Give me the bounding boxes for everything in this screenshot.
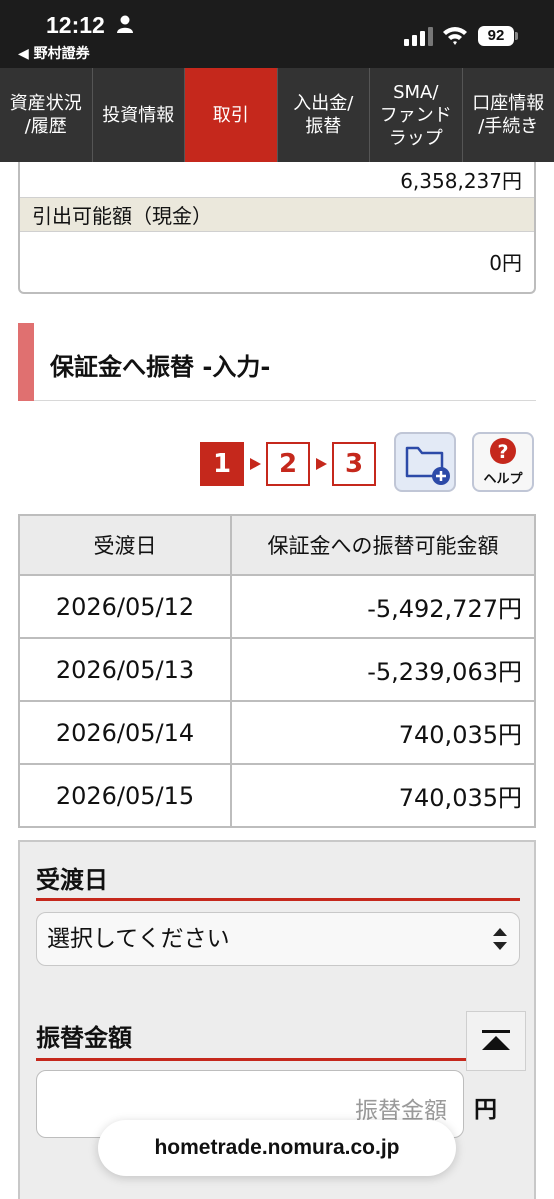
question-mark-icon: ? — [490, 438, 516, 464]
table-cell-date: 2026/05/14 — [18, 700, 232, 765]
browser-url-bar[interactable]: hometrade.nomura.co.jp — [98, 1120, 456, 1176]
label-underline — [36, 1058, 520, 1061]
wifi-icon — [443, 27, 467, 45]
nav-asset-status[interactable]: 資産状況 /履歴 — [0, 68, 93, 162]
step-arrow-icon — [310, 442, 332, 486]
scroll-to-top-button[interactable] — [466, 1011, 526, 1071]
table-row: 2026/05/14 740,035円 — [18, 700, 536, 765]
step-arrow-icon — [244, 442, 266, 486]
step-indicator: 1 2 3 — [200, 442, 376, 486]
nav-account-info[interactable]: 口座情報 /手続き — [463, 68, 554, 162]
table-row: 2026/05/12 -5,492,727円 — [18, 574, 536, 639]
nav-deposit-transfer[interactable]: 入出金/ 振替 — [278, 68, 370, 162]
transfer-amount-table: 受渡日 保証金への振替可能金額 2026/05/12 -5,492,727円 2… — [18, 514, 536, 828]
arrow-up-to-top-icon — [482, 1030, 510, 1050]
help-label: ヘルプ — [483, 472, 523, 487]
balance-summary: 6,358,237円 引出可能額（現金） 0円 — [18, 162, 536, 294]
table-row: 2026/05/15 740,035円 — [18, 763, 536, 828]
balance-top-value: 6,358,237円 — [20, 162, 534, 198]
help-button[interactable]: ? ヘルプ — [472, 432, 534, 492]
table-cell-date: 2026/05/12 — [18, 574, 232, 639]
add-folder-button[interactable] — [394, 432, 456, 492]
delivery-date-select[interactable]: 選択してください — [36, 912, 520, 966]
withdrawable-label: 引出可能額（現金） — [20, 198, 534, 232]
person-icon — [117, 15, 133, 33]
page-title: 保証金へ振替 -入力- — [50, 353, 271, 381]
step-3: 3 — [332, 442, 376, 486]
back-to-app-link[interactable]: ◀ 野村證券 — [18, 43, 90, 63]
delivery-date-label: 受渡日 — [36, 866, 108, 894]
section-heading: 保証金へ振替 -入力- — [18, 323, 536, 401]
step-2: 2 — [266, 442, 310, 486]
table-cell-amount: -5,492,727円 — [230, 574, 536, 639]
folder-add-icon — [405, 446, 450, 485]
status-time: 12:12 — [46, 12, 105, 38]
nav-investment-info[interactable]: 投資情報 — [93, 68, 185, 162]
section-accent-bar — [18, 323, 34, 401]
step-1: 1 — [200, 442, 244, 486]
table-row: 2026/05/13 -5,239,063円 — [18, 637, 536, 702]
battery-tip — [515, 32, 518, 40]
svg-text:?: ? — [497, 441, 508, 463]
battery-indicator: 92 — [478, 26, 514, 46]
main-nav: 資産状況 /履歴 投資情報 取引 入出金/ 振替 SMA/ ファンド ラップ 口… — [0, 68, 554, 162]
yen-unit-label: 円 — [474, 1097, 497, 1123]
cellular-signal-icon — [404, 27, 433, 46]
table-cell-date: 2026/05/13 — [18, 637, 232, 702]
transfer-amount-label: 振替金額 — [36, 1024, 132, 1052]
column-header-amount: 保証金への振替可能金額 — [230, 514, 536, 576]
withdrawable-value: 0円 — [489, 250, 522, 275]
table-cell-amount: -5,239,063円 — [230, 637, 536, 702]
table-cell-date: 2026/05/15 — [18, 763, 232, 828]
column-header-date: 受渡日 — [18, 514, 232, 576]
table-header-row: 受渡日 保証金への振替可能金額 — [18, 514, 536, 576]
select-arrows-icon — [493, 928, 507, 950]
nav-trade[interactable]: 取引 — [185, 68, 278, 162]
table-cell-amount: 740,035円 — [230, 763, 536, 828]
table-cell-amount: 740,035円 — [230, 700, 536, 765]
status-bar: 12:12 ◀ 野村證券 92 — [0, 0, 554, 68]
nav-sma-fund-wrap[interactable]: SMA/ ファンド ラップ — [370, 68, 463, 162]
label-underline — [36, 898, 520, 901]
delivery-date-select-value: 選択してください — [47, 926, 230, 952]
